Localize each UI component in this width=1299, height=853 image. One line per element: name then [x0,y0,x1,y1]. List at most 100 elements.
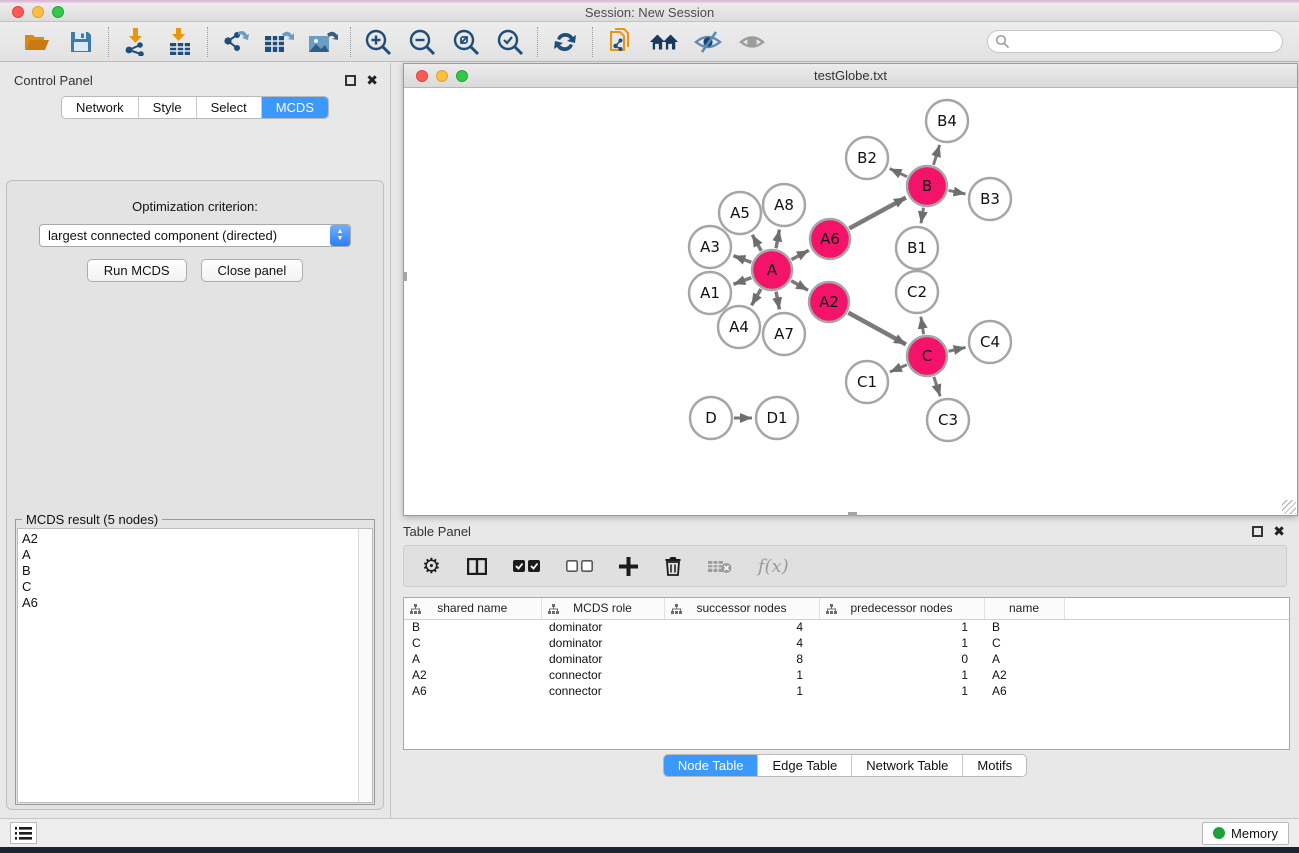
window-resize-grip[interactable] [1282,500,1296,514]
graph-node-B2[interactable]: B2 [846,137,888,179]
col-header-name[interactable]: name [984,598,1064,619]
graph-node-A4[interactable]: A4 [718,306,760,348]
create-column-plus-icon[interactable] [619,557,638,576]
table-settings-gear-icon[interactable]: ⚙ [422,554,441,579]
table-cell[interactable]: A2 [404,667,541,683]
table-cell[interactable]: dominator [541,619,664,635]
table-row[interactable]: Cdominator41C [404,635,1289,651]
tab-mcds[interactable]: MCDS [262,97,328,118]
criterion-dropdown[interactable]: largest connected component (directed) ▲… [39,224,351,247]
float-table-panel-icon[interactable] [1252,526,1263,537]
graph-edge-A-A3[interactable] [733,256,751,263]
graph-node-A6[interactable]: A6 [810,219,850,259]
hide-selected-eye-icon[interactable] [693,27,723,57]
export-network-icon[interactable] [220,27,250,57]
graph-node-A7[interactable]: A7 [763,313,805,355]
graph-node-A3[interactable]: A3 [689,226,731,268]
select-all-columns-icon[interactable] [513,560,540,573]
open-session-icon[interactable] [22,27,52,57]
close-table-panel-icon[interactable]: ✖ [1273,526,1285,537]
table-cell[interactable]: 4 [664,635,819,651]
graph-node-A2[interactable]: A2 [809,282,849,322]
table-cell[interactable]: 1 [819,635,984,651]
col-header-predecessor-nodes[interactable]: predecessor nodes [819,598,984,619]
col-header-successor-nodes[interactable]: successor nodes [664,598,819,619]
graph-node-C[interactable]: C [907,336,947,376]
graph-edge-C-C3[interactable] [934,377,940,396]
show-column-icon[interactable] [467,558,487,575]
graph-edge-A-A5[interactable] [752,235,761,251]
graph-edge-A-A8[interactable] [776,230,779,249]
table-cell[interactable]: C [404,635,541,651]
table-cell[interactable]: A [404,651,541,667]
table-row[interactable]: A2connector11A2 [404,667,1289,683]
graph-edge-A2-C[interactable] [848,313,906,345]
graph-node-C2[interactable]: C2 [896,271,938,313]
tab-edge-table[interactable]: Edge Table [758,755,852,776]
close-panel-button[interactable]: Close panel [201,259,304,282]
show-all-eye-icon[interactable] [737,27,767,57]
task-history-button[interactable] [10,822,37,844]
graph-edge-B-B1[interactable] [921,208,924,224]
table-cell[interactable]: 0 [819,651,984,667]
function-builder-icon[interactable]: f(x) [758,556,789,577]
home-cyndex-icon[interactable] [649,27,679,57]
col-header-shared-name[interactable]: shared name [404,598,541,619]
graph-node-B1[interactable]: B1 [896,227,938,269]
graph-node-C4[interactable]: C4 [969,321,1011,363]
unselect-all-columns-icon[interactable] [566,560,593,573]
table-cell[interactable]: C [984,635,1064,651]
save-session-icon[interactable] [66,27,96,57]
app-titlebar[interactable]: Session: New Session [0,3,1299,22]
graph-edge-C-C1[interactable] [890,365,907,372]
window-resize-mark-left[interactable] [403,272,407,281]
table-cell[interactable]: B [404,619,541,635]
mcds-result-item[interactable]: A2 [22,531,358,547]
col-header-mcds-role[interactable]: MCDS role [541,598,664,619]
graph-edge-A6-B[interactable] [849,198,906,229]
duplicate-network-icon[interactable] [605,27,635,57]
tab-select[interactable]: Select [197,97,262,118]
table-row[interactable]: A6connector11A6 [404,683,1289,699]
graph-edge-A-A7[interactable] [776,292,779,310]
mcds-result-item[interactable]: A [22,547,358,563]
close-panel-icon[interactable]: ✖ [366,75,378,86]
graph-node-A1[interactable]: A1 [689,272,731,314]
graph-edge-A-A6[interactable] [791,250,808,259]
graph-edge-A-A2[interactable] [791,281,808,290]
table-row[interactable]: Adominator80A [404,651,1289,667]
run-mcds-button[interactable]: Run MCDS [87,259,187,282]
graph-edge-C-C2[interactable] [921,317,924,335]
window-resize-mark-bottom[interactable] [848,512,857,516]
export-table-icon[interactable] [264,27,294,57]
graph-node-B4[interactable]: B4 [926,100,968,142]
import-table-icon[interactable] [165,27,195,57]
float-panel-icon[interactable] [345,75,356,86]
zoom-out-icon[interactable] [407,27,437,57]
export-image-icon[interactable] [308,27,338,57]
table-cell[interactable]: 1 [664,667,819,683]
tab-network[interactable]: Network [62,97,139,118]
graph-edge-B-B4[interactable] [933,145,939,165]
table-cell[interactable]: A6 [984,683,1064,699]
graph-node-B3[interactable]: B3 [969,178,1011,220]
table-cell[interactable]: 4 [664,619,819,635]
table-cell[interactable]: connector [541,667,664,683]
tab-network-table[interactable]: Network Table [852,755,963,776]
table-cell[interactable]: 1 [819,619,984,635]
table-cell[interactable]: 1 [819,667,984,683]
delete-column-trash-icon[interactable] [664,556,682,576]
table-row[interactable]: Bdominator41B [404,619,1289,635]
mcds-result-item[interactable]: A6 [22,595,358,611]
graph-node-A5[interactable]: A5 [719,192,761,234]
graph-node-D1[interactable]: D1 [756,397,798,439]
graph-edge-A-A4[interactable] [752,289,761,305]
import-network-icon[interactable] [121,27,151,57]
graph-node-C3[interactable]: C3 [927,399,969,441]
result-list-scrollbar[interactable] [358,529,372,802]
table-cell[interactable]: connector [541,683,664,699]
graph-edge-C-C4[interactable] [948,347,965,351]
graph-edge-B-B3[interactable] [949,190,966,194]
mcds-result-item[interactable]: C [22,579,358,595]
memory-button[interactable]: Memory [1202,822,1289,845]
